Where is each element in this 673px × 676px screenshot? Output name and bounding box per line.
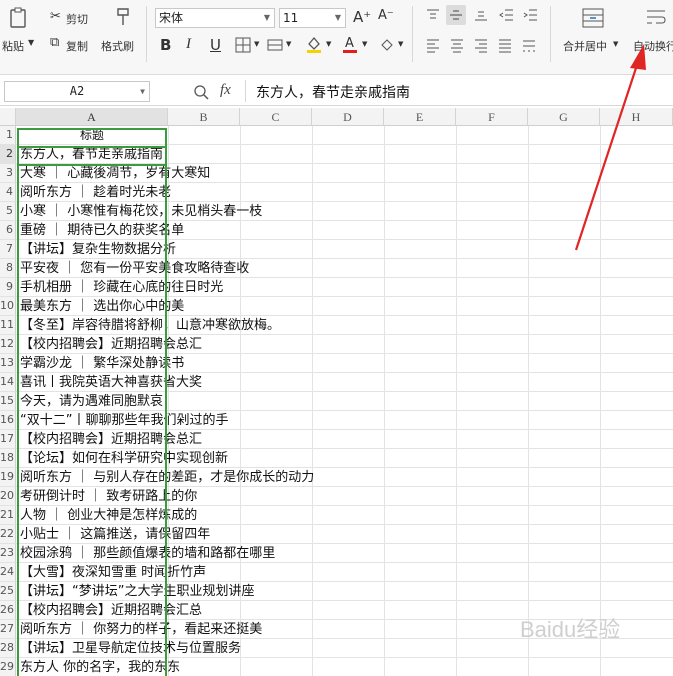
justify-icon[interactable] bbox=[496, 36, 514, 54]
format-painter-icon[interactable] bbox=[112, 6, 134, 28]
column-header-f[interactable]: F bbox=[456, 108, 528, 126]
italic-button[interactable]: I bbox=[186, 36, 191, 53]
row-header[interactable]: 27 bbox=[0, 620, 16, 639]
chevron-down-icon[interactable]: ▼ bbox=[326, 40, 331, 48]
chevron-down-icon[interactable]: ▼ bbox=[28, 38, 34, 47]
increase-indent-icon[interactable] bbox=[522, 6, 540, 24]
fill-color-icon[interactable] bbox=[304, 34, 324, 54]
row-header[interactable]: 26 bbox=[0, 601, 16, 620]
fx-button[interactable]: fx bbox=[220, 82, 231, 99]
border-icon[interactable] bbox=[234, 36, 252, 54]
name-box[interactable]: A2 ▼ bbox=[4, 81, 150, 102]
font-color-icon[interactable]: A bbox=[340, 34, 360, 54]
row-header[interactable]: 22 bbox=[0, 525, 16, 544]
copy-button[interactable]: 复制 bbox=[66, 38, 88, 54]
active-cell-a2[interactable] bbox=[17, 146, 167, 166]
row-header[interactable]: 18 bbox=[0, 449, 16, 468]
underline-button[interactable]: U bbox=[210, 36, 221, 54]
row-header[interactable]: 24 bbox=[0, 563, 16, 582]
zoom-search-icon[interactable] bbox=[192, 83, 210, 101]
row-header[interactable]: 21 bbox=[0, 506, 16, 525]
column-header-a[interactable]: A bbox=[16, 108, 168, 126]
row-header[interactable]: 20 bbox=[0, 487, 16, 506]
column-header-c[interactable]: C bbox=[240, 108, 312, 126]
font-shrink-button[interactable]: A⁻ bbox=[378, 8, 394, 23]
watermark-text: Baidu经验 bbox=[520, 617, 621, 642]
row-header[interactable]: 9 bbox=[0, 278, 16, 297]
select-all-corner[interactable] bbox=[0, 108, 16, 126]
column-header-b[interactable]: B bbox=[168, 108, 240, 126]
chevron-down-icon: ▼ bbox=[140, 87, 145, 96]
font-grow-button[interactable]: A⁺ bbox=[353, 8, 371, 26]
row-header[interactable]: 15 bbox=[0, 392, 16, 411]
svg-text:A: A bbox=[345, 36, 354, 51]
row-header[interactable]: 1 bbox=[0, 126, 16, 145]
font-size-value: 11 bbox=[283, 11, 299, 25]
row-header[interactable]: 5 bbox=[0, 202, 16, 221]
align-top-icon[interactable] bbox=[424, 6, 442, 24]
font-name-value: 宋体 bbox=[159, 11, 184, 25]
row-header[interactable]: 13 bbox=[0, 354, 16, 373]
row-header[interactable]: 6 bbox=[0, 221, 16, 240]
chevron-down-icon: ▼ bbox=[263, 13, 270, 22]
name-box-value: A2 bbox=[69, 84, 85, 98]
column-a-selection bbox=[17, 128, 167, 676]
paste-icon[interactable] bbox=[6, 6, 30, 30]
row-header[interactable]: 17 bbox=[0, 430, 16, 449]
cut-button[interactable]: 剪切 bbox=[66, 11, 88, 27]
row-header[interactable]: 25 bbox=[0, 582, 16, 601]
copy-icon: ⧉ bbox=[50, 35, 60, 50]
formula-input[interactable]: 东方人，春节走亲戚指南 bbox=[256, 82, 410, 102]
chevron-down-icon[interactable]: ▼ bbox=[286, 40, 291, 48]
font-name-select[interactable]: 宋体 ▼ bbox=[155, 8, 275, 28]
align-middle-icon[interactable] bbox=[446, 5, 466, 25]
column-header-d[interactable]: D bbox=[312, 108, 384, 126]
bold-button[interactable]: B bbox=[160, 36, 171, 54]
paste-button[interactable]: 粘贴 bbox=[2, 38, 24, 54]
row-header[interactable]: 3 bbox=[0, 164, 16, 183]
chevron-down-icon[interactable]: ▼ bbox=[362, 40, 367, 48]
align-center-icon[interactable] bbox=[448, 36, 466, 54]
row-header[interactable]: 29 bbox=[0, 658, 16, 676]
row-header[interactable]: 4 bbox=[0, 183, 16, 202]
chevron-down-icon[interactable]: ▼ bbox=[398, 40, 403, 48]
row-header[interactable]: 19 bbox=[0, 468, 16, 487]
row-header[interactable]: 2 bbox=[0, 145, 16, 164]
font-size-select[interactable]: 11 ▼ bbox=[279, 8, 346, 28]
annotation-arrow bbox=[574, 44, 646, 251]
merge-center-icon[interactable] bbox=[580, 5, 606, 31]
row-header[interactable]: 23 bbox=[0, 544, 16, 563]
row-header[interactable]: 28 bbox=[0, 639, 16, 658]
scissors-icon: ✂ bbox=[50, 9, 61, 24]
cell-style-icon[interactable] bbox=[266, 36, 284, 54]
row-header[interactable]: 12 bbox=[0, 335, 16, 354]
align-right-icon[interactable] bbox=[472, 36, 490, 54]
row-header[interactable]: 7 bbox=[0, 240, 16, 259]
row-header[interactable]: 16 bbox=[0, 411, 16, 430]
align-left-icon[interactable] bbox=[424, 36, 442, 54]
decrease-indent-icon[interactable] bbox=[498, 6, 516, 24]
row-header[interactable]: 10 bbox=[0, 297, 16, 316]
chevron-down-icon[interactable]: ▼ bbox=[254, 40, 259, 48]
format-painter-button[interactable]: 格式刷 bbox=[101, 38, 134, 54]
chevron-down-icon: ▼ bbox=[334, 13, 341, 22]
row-header[interactable]: 14 bbox=[0, 373, 16, 392]
auto-wrap-icon[interactable] bbox=[643, 5, 669, 31]
clear-format-icon[interactable] bbox=[378, 36, 396, 54]
align-bottom-icon[interactable] bbox=[472, 6, 490, 24]
watermark: Baidu经验 bbox=[520, 612, 620, 644]
row-header[interactable]: 11 bbox=[0, 316, 16, 335]
distributed-align-icon[interactable] bbox=[520, 36, 538, 54]
column-header-e[interactable]: E bbox=[384, 108, 456, 126]
row-header[interactable]: 8 bbox=[0, 259, 16, 278]
